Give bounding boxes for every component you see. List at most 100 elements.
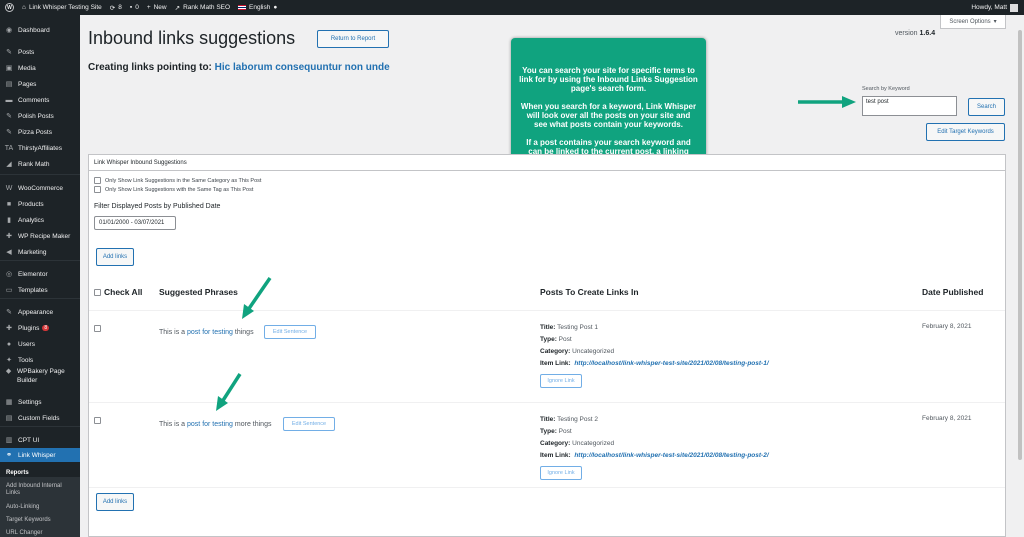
edit-sentence-button[interactable]: Edit Sentence (283, 417, 335, 431)
checkbox[interactable] (94, 186, 101, 193)
sidebar-item-dashboard[interactable]: ◉ Dashboard (0, 23, 80, 37)
sidebar-item-elementor[interactable]: ◎ Elementor (0, 267, 80, 281)
submenu-item-reports[interactable]: Reports (6, 470, 76, 477)
sidebar-item-thirstyaffiliates[interactable]: TA ThirstyAffiliates (0, 141, 80, 155)
callout-paragraph: You can search your site for specific te… (519, 66, 698, 93)
sidebar-item-custom-fields[interactable]: ▤ Custom Fields (0, 411, 80, 425)
same-tag-option[interactable]: Only Show Link Suggestions with the Same… (94, 186, 253, 193)
sidebar-item-comments[interactable]: ▬ Comments (0, 93, 80, 107)
sidebar-item-label: ThirstyAffiliates (18, 144, 62, 152)
account-menu[interactable]: Howdy, Matt (971, 0, 1018, 15)
add-links-button[interactable]: Add links (96, 248, 134, 266)
sidebar-item-label: Settings (18, 398, 42, 406)
check-all-label: Check All (104, 287, 143, 297)
scrollbar-thumb[interactable] (1018, 30, 1022, 460)
updates-link[interactable]: ⟳ 8 (110, 4, 122, 12)
submenu-item-auto-linking[interactable]: Auto-Linking (6, 504, 76, 511)
sidebar-item-analytics[interactable]: ▮ Analytics (0, 213, 80, 227)
sidebar-item-appearance[interactable]: ✎ Appearance (0, 305, 80, 319)
update-count-badge: 8 (42, 325, 50, 331)
date-range-input[interactable]: 01/01/2000 - 03/07/2021 (94, 216, 176, 230)
submenu-item-add-inbound-internal-links[interactable]: Add Inbound Internal Links (6, 483, 76, 497)
suggested-phrase: This is a post for testing things (159, 329, 254, 336)
check-all-header[interactable]: Check All (94, 287, 142, 297)
sidebar-item-label: Users (18, 340, 35, 348)
same-category-option[interactable]: Only Show Link Suggestions in the Same C… (94, 177, 261, 184)
item-link[interactable]: http://localhost/link-whisper-test-site/… (574, 452, 768, 459)
check-all-checkbox[interactable] (94, 288, 101, 296)
phrase-link[interactable]: post for testing (187, 329, 233, 336)
sidebar-item-label: Comments (18, 96, 50, 104)
post-title: Testing Post 1 (557, 324, 598, 331)
ignore-link-button[interactable]: Ignore Link (540, 466, 582, 480)
fields-icon: ▤ (5, 415, 13, 422)
site-name-link[interactable]: ⌂ Link Whisper Testing Site (22, 4, 102, 11)
screen-options-button[interactable]: Screen Options ▾ (940, 15, 1006, 29)
comments-link[interactable]: ▪ 0 (130, 4, 139, 11)
sidebar-item-media[interactable]: ▣ Media (0, 61, 80, 75)
updates-count: 8 (118, 4, 122, 11)
sidebar-item-plugins[interactable]: ✚ Plugins 8 (0, 321, 80, 335)
rank-math-link[interactable]: ↗ Rank Math SEO (175, 4, 230, 12)
phrase-text: more things (234, 421, 272, 428)
sidebar-item-wpbakery-page-builder[interactable]: ◆ WPBakery Page Builder (0, 367, 80, 387)
sidebar-item-link-whisper[interactable]: ⚭ Link Whisper (0, 448, 80, 462)
category-label: Category: (540, 348, 571, 355)
sidebar-item-pizza-posts[interactable]: ✎ Pizza Posts (0, 125, 80, 139)
return-to-report-button[interactable]: Return to Report (317, 30, 389, 48)
ignore-link-button[interactable]: Ignore Link (540, 374, 582, 388)
item-link[interactable]: http://localhost/link-whisper-test-site/… (574, 360, 768, 367)
add-links-button[interactable]: Add links (96, 493, 134, 511)
sidebar-item-cpt-ui[interactable]: ▥ CPT UI (0, 433, 80, 447)
caret-down-icon: ▾ (993, 19, 997, 25)
sidebar-item-tools[interactable]: ✦ Tools (0, 353, 80, 367)
row-checkbox[interactable] (94, 325, 101, 332)
sidebar-item-label: Media (18, 64, 36, 72)
comments-count: 0 (135, 4, 139, 11)
phrase-link[interactable]: post for testing (187, 421, 233, 428)
item-link-label: Item Link: (540, 452, 571, 459)
sidebar-item-label: Polish Posts (18, 112, 54, 120)
sidebar-item-wp-recipe-maker[interactable]: ✚ WP Recipe Maker (0, 229, 80, 243)
sidebar-item-label: WooCommerce (18, 184, 64, 192)
keyword-search-input[interactable]: test post (862, 96, 957, 116)
comment-icon: ▪ (129, 4, 133, 11)
sidebar-item-woocommerce[interactable]: W WooCommerce (0, 181, 80, 195)
wordpress-logo-icon[interactable]: W (5, 3, 14, 12)
language-switcher[interactable]: English ● (238, 4, 277, 11)
checkbox[interactable] (94, 177, 101, 184)
megaphone-icon: ◀ (6, 249, 12, 256)
sidebar-item-users[interactable]: ● Users (0, 337, 80, 351)
sidebar-item-posts[interactable]: ✎ Posts (0, 45, 80, 59)
sidebar-item-polish-posts[interactable]: ✎ Polish Posts (0, 109, 80, 123)
item-link-label: Item Link: (540, 360, 571, 367)
row-checkbox[interactable] (94, 417, 101, 424)
sidebar-item-label: Pizza Posts (18, 128, 52, 136)
new-content-link[interactable]: + New (147, 4, 167, 11)
submenu-item-target-keywords[interactable]: Target Keywords (6, 517, 76, 524)
suggested-phrase: This is a post for testing more things (159, 421, 271, 428)
sidebar-item-pages[interactable]: ▤ Pages (0, 77, 80, 91)
recipe-icon: ✚ (6, 233, 12, 240)
menu-separator (0, 298, 80, 299)
help-icon: ● (273, 4, 278, 11)
edit-target-keywords-button[interactable]: Edit Target Keywords (926, 123, 1005, 141)
brush-icon: ✎ (6, 309, 12, 316)
avatar (1010, 3, 1018, 12)
arrow-icon (216, 373, 242, 411)
sidebar-item-rank-math[interactable]: ◢ Rank Math (0, 157, 80, 171)
panel-header: Link Whisper Inbound Suggestions (89, 155, 1005, 171)
edit-sentence-button[interactable]: Edit Sentence (264, 325, 316, 339)
settings-icon: ▦ (5, 399, 13, 406)
sidebar-item-settings[interactable]: ▦ Settings (0, 395, 80, 409)
rank-math-label: Rank Math SEO (183, 4, 231, 11)
rank-math-icon: ↗ (174, 4, 181, 12)
sidebar-item-templates[interactable]: ▭ Templates (0, 283, 80, 297)
target-post-link[interactable]: Hic laborum consequuntur non unde (215, 62, 390, 73)
chart-icon: ◢ (6, 161, 12, 168)
search-button[interactable]: Search (968, 98, 1005, 116)
submenu-item-url-changer[interactable]: URL Changer (6, 530, 76, 537)
sidebar-item-marketing[interactable]: ◀ Marketing (0, 245, 80, 259)
sidebar-item-products[interactable]: ■ Products (0, 197, 80, 211)
home-icon: ⌂ (22, 4, 26, 11)
